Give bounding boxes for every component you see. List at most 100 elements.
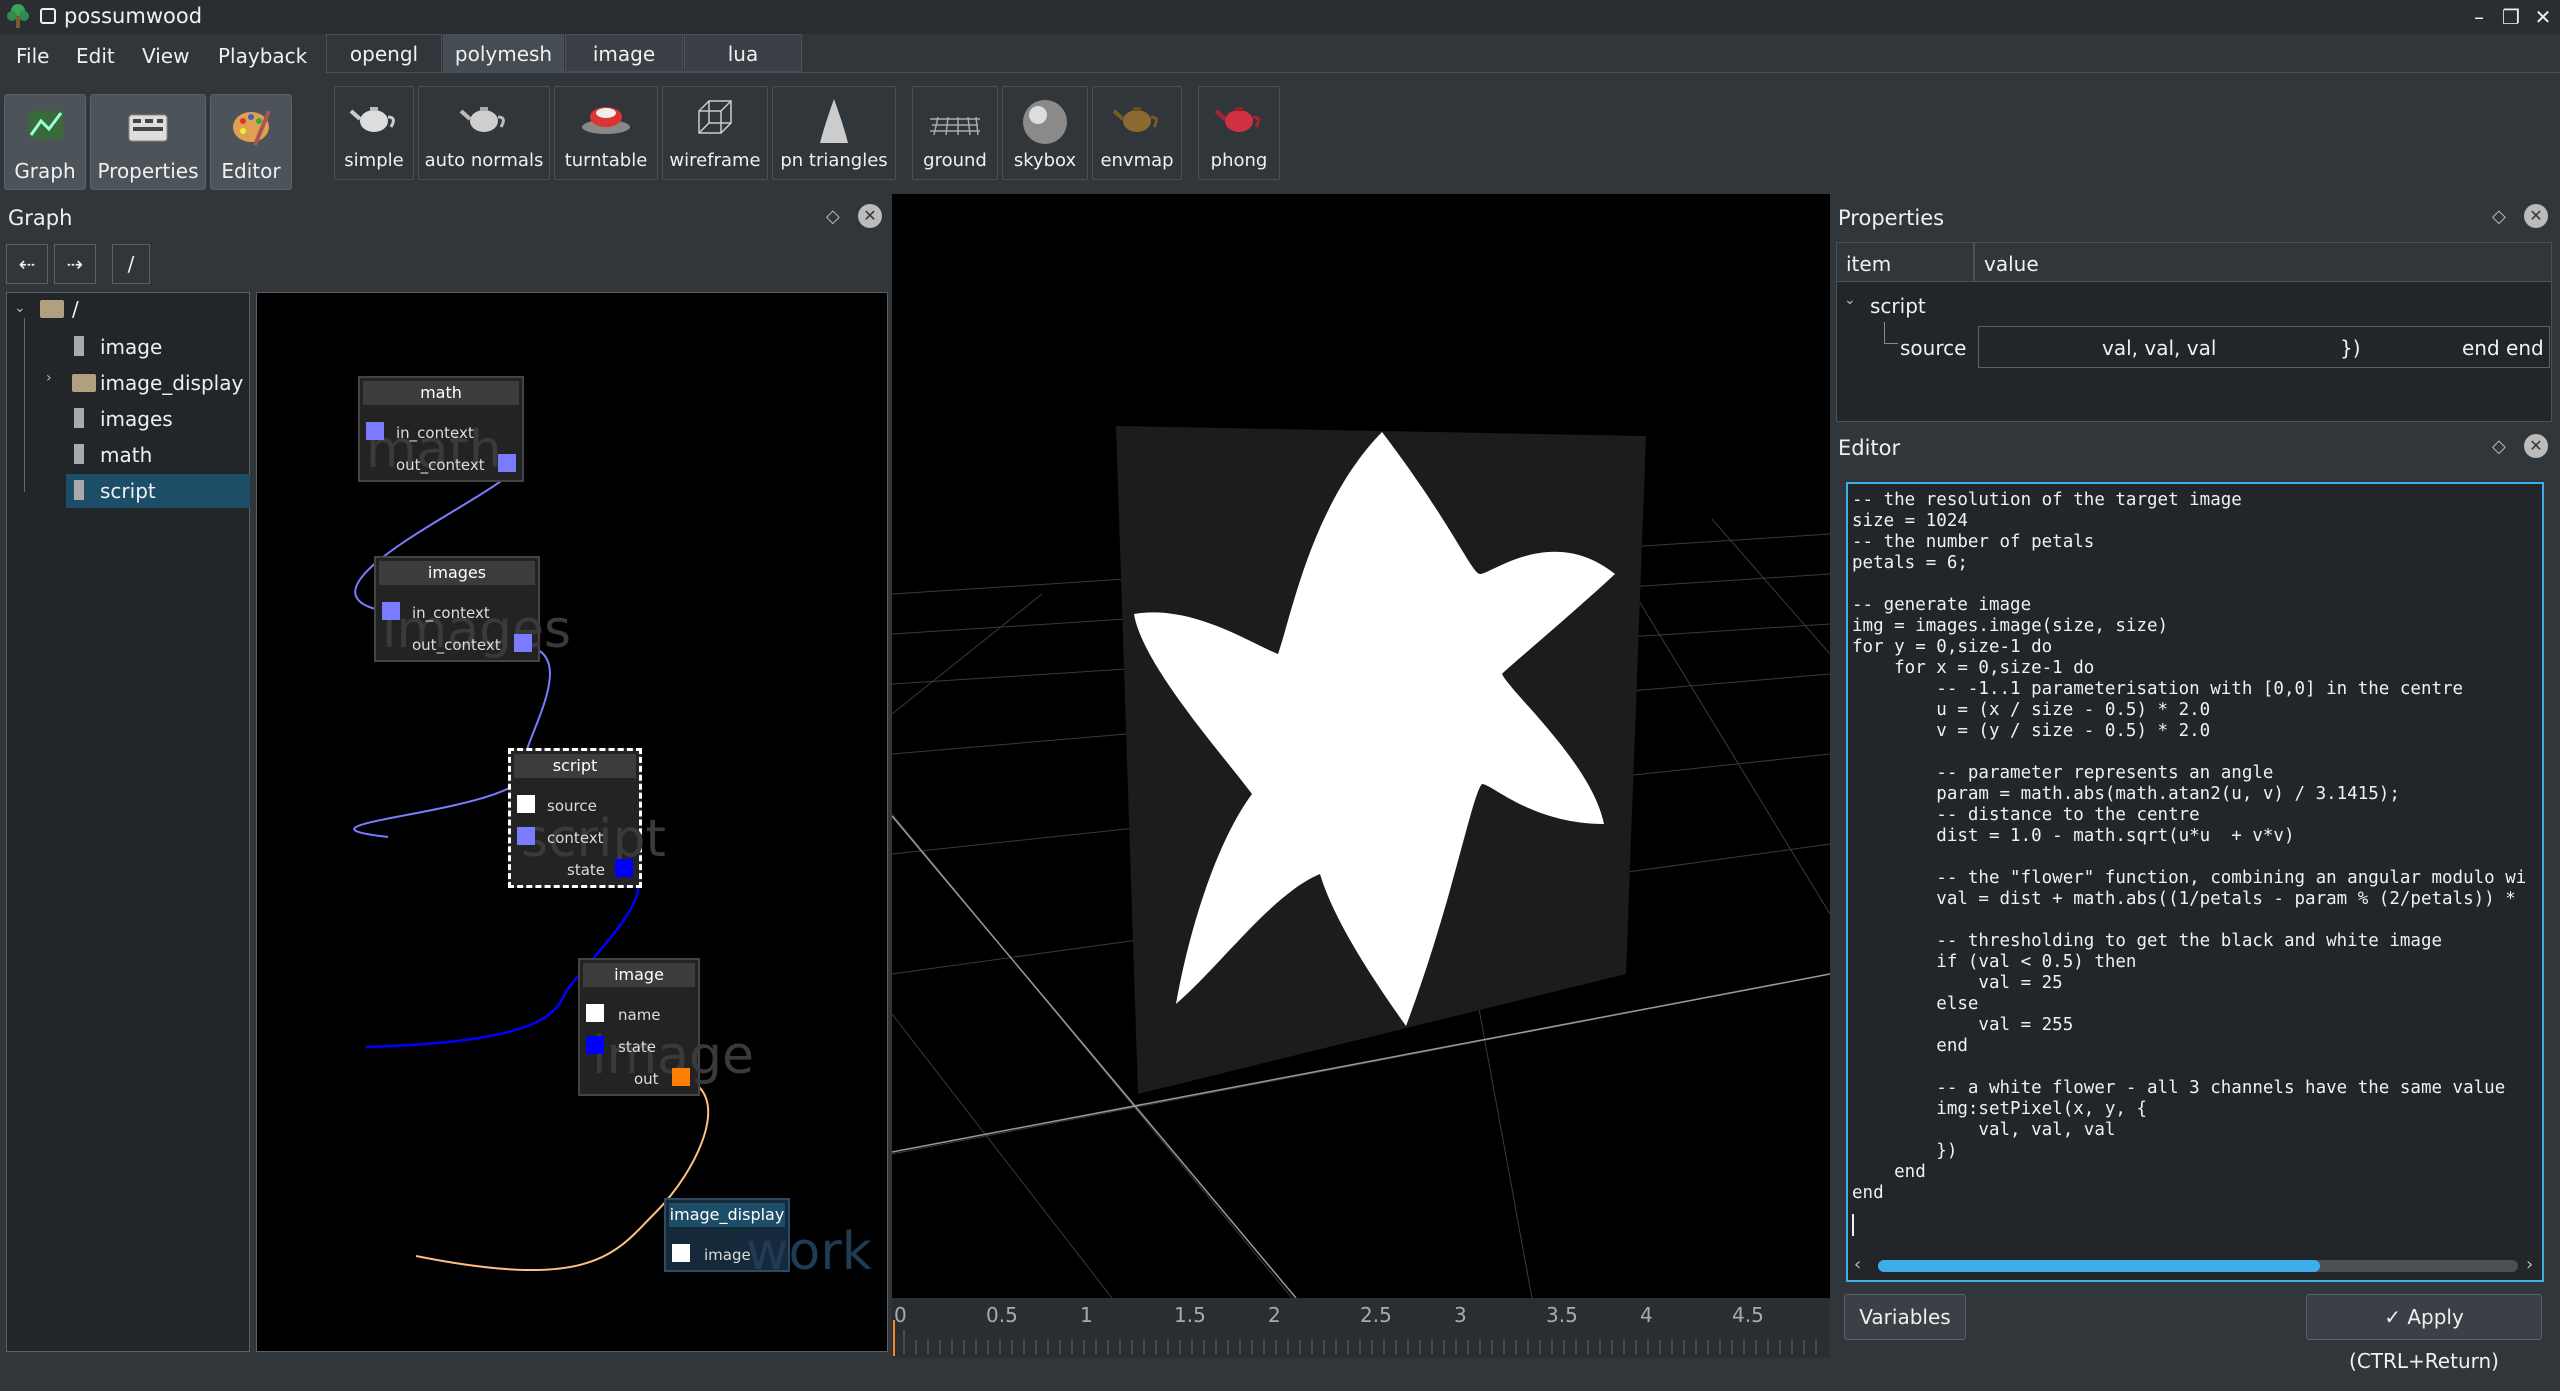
column-header-item: item [1846,252,1892,276]
timeline-tick-label: 1 [1080,1303,1093,1327]
float-dock-icon[interactable]: ◇ [2492,206,2506,227]
port-state[interactable] [615,859,633,877]
node-title: images [379,561,535,585]
port-in-context[interactable] [382,602,400,620]
port-label: in_context [412,604,490,622]
tree-root[interactable]: / [72,292,112,326]
port-source[interactable] [517,795,535,813]
source-value-part: }) [2340,336,2361,360]
close-dock-icon[interactable]: ✕ [2524,204,2548,228]
timeline-tick-label: 3 [1454,1303,1467,1327]
turntable-button[interactable]: turntable [554,86,658,180]
ground-icon [930,116,980,136]
port-context[interactable] [517,827,535,845]
port-label: source [547,797,597,815]
envmap-button[interactable]: envmap [1092,86,1182,180]
menu-file[interactable]: File [16,44,49,68]
timeline-tick-label: 4 [1640,1303,1653,1327]
chevron-down-icon[interactable]: ⌄ [1844,292,1856,308]
graph-dock-button[interactable]: Graph [4,94,86,190]
chevron-right-icon[interactable]: › [46,370,52,386]
scroll-right-icon[interactable]: › [2526,1254,2533,1275]
graph-node-image[interactable]: image image name state out [578,958,754,1096]
close-dock-icon[interactable]: ✕ [858,204,882,228]
arrow-left-icon: ⇠ [18,252,36,276]
scrollbar-thumb[interactable] [1878,1260,2320,1272]
app-tree-icon [4,2,32,30]
node-title: math [363,381,519,405]
port-label: out_context [412,636,501,654]
tab-lua[interactable]: lua [684,34,802,72]
port-name[interactable] [586,1004,604,1022]
editor-dock-button[interactable]: Editor [210,94,292,190]
float-dock-icon[interactable]: ◇ [2492,436,2506,457]
apply-button-label: Apply (CTRL+Return) [2349,1305,2499,1373]
turntable-icon [582,107,630,134]
back-button[interactable]: ⇠ [6,244,48,284]
folder-icon [72,374,96,392]
wireframe-cube-icon [698,100,732,134]
port-label: context [547,829,604,847]
close-dock-icon[interactable]: ✕ [2524,434,2548,458]
phong-teapot-icon [1214,107,1260,132]
variables-button[interactable]: Variables [1844,1294,1966,1340]
maximize-icon[interactable]: ❐ [2498,4,2524,30]
pn-triangles-button[interactable]: pn triangles [772,86,896,180]
graph-dock-title: Graph [8,206,73,230]
port-in-context[interactable] [366,422,384,440]
port-state[interactable] [586,1036,604,1054]
pn-triangles-label: pn triangles [780,150,888,171]
tree-item-script[interactable]: script [100,474,240,508]
minimize-icon[interactable]: – [2466,4,2492,30]
timeline-tick-label: 4.5 [1732,1303,1764,1327]
port-out[interactable] [672,1068,690,1086]
auto-normals-button[interactable]: auto normals [418,86,550,180]
forward-button[interactable]: ⇢ [54,244,96,284]
port-out-context[interactable] [498,454,516,472]
path-root-button[interactable]: / [112,244,150,284]
graph-node-image-display[interactable]: image_display work image [664,1198,872,1278]
scroll-left-icon[interactable]: ‹ [1854,1254,1861,1275]
code-text[interactable]: -- the resolution of the target image si… [1852,490,2526,1204]
close-window-icon[interactable]: ✕ [2530,4,2556,30]
menu-playback[interactable]: Playback [218,44,307,68]
menu-view[interactable]: View [142,44,189,68]
graph-node-script[interactable]: script script source context state [508,748,666,888]
apply-button[interactable]: ✓ Apply (CTRL+Return) [2306,1294,2542,1373]
simple-button[interactable]: simple [334,86,414,180]
horizontal-scrollbar[interactable] [1878,1260,2518,1272]
source-value-part: val, val, val [2102,336,2217,360]
simple-label: simple [344,150,404,171]
code-editor[interactable]: -- the resolution of the target image si… [1846,482,2544,1282]
tab-opengl[interactable]: opengl [326,34,442,72]
chevron-down-icon[interactable]: ⌄ [14,300,26,316]
node-icon [74,444,84,464]
property-source-label: source [1900,336,1967,360]
viewport-scene [892,426,1830,1298]
node-icon [74,408,84,428]
node-title: script [514,754,636,778]
menu-edit[interactable]: Edit [76,44,115,68]
port-label: out [634,1070,659,1088]
float-dock-icon[interactable]: ◇ [826,206,840,227]
graph-node-math[interactable]: math math in_context out_context [358,376,524,482]
tab-polymesh[interactable]: polymesh [443,34,564,72]
pn-triangles-icon [820,99,848,143]
tab-image[interactable]: image [565,34,683,72]
skybox-label: skybox [1013,150,1077,171]
window-title: possumwood [64,4,203,28]
phong-label: phong [1210,150,1268,171]
port-out-context[interactable] [514,634,532,652]
wireframe-button[interactable]: wireframe [662,86,768,180]
graph-node-images[interactable]: images images in_context out_context [374,556,571,662]
property-group-script: script [1870,294,1926,318]
envmap-icon [1112,107,1158,132]
ground-button[interactable]: ground [912,86,998,180]
phong-button[interactable]: phong [1198,86,1280,180]
window-menu-icon[interactable] [40,8,56,24]
source-value-part: end end [2462,336,2544,360]
graph-icon [29,111,63,139]
port-image[interactable] [672,1244,690,1262]
properties-dock-button[interactable]: Properties [90,94,206,190]
skybox-button[interactable]: skybox [1002,86,1088,180]
